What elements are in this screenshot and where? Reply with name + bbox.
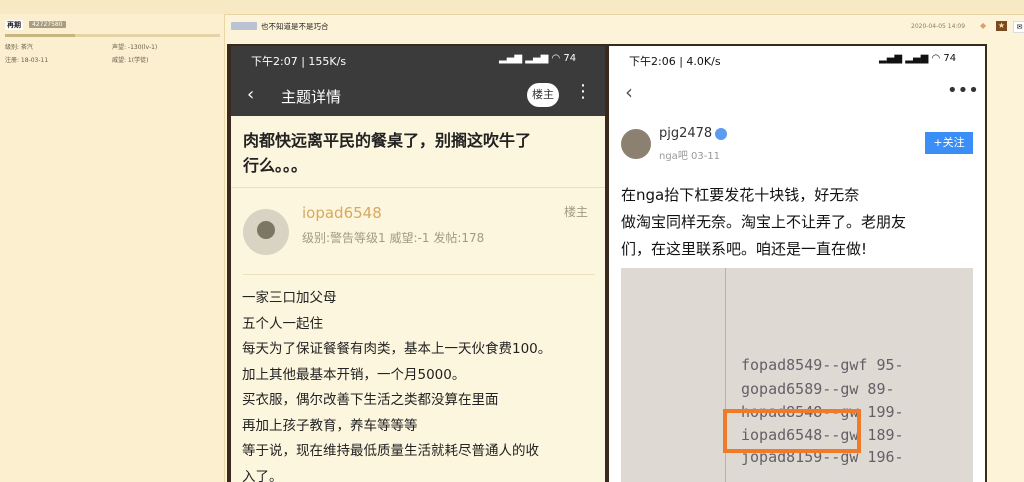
body-line: 入了。 [242,468,283,482]
screenshot-right: 下午2:06 | 4.0K/s ▂▄▆ ▂▄▆ ◠ 74 ‹ ••• pjg24… [609,46,985,482]
back-arrow-icon[interactable]: ‹ [247,84,254,105]
post-tag-icon [231,22,257,30]
more-vertical-icon[interactable]: ⋮ [574,81,592,102]
post-body: 一家三口加父母 五个人一起住 每天为了保证餐餐有肉类，基本上一天伙食费100。 … [242,286,597,482]
follow-button[interactable]: +关注 [925,132,973,154]
more-horizontal-icon[interactable]: ••• [947,80,979,101]
prestige-label: 威望: 1(学徒) [112,57,149,64]
level-label: 级别: 茶汽 [5,44,33,51]
photo-row: fopad8549--gwf 95- [741,356,904,374]
post-photo[interactable]: fopad8549--gwf 95- gopad6589--gw 89- hop… [621,268,973,482]
back-arrow-icon[interactable]: ‹ [625,80,633,104]
screenshot-left: 下午2:07 | 155K/s ▂▄▆ ▂▄▆ ◠ 74 ‹ 主题详情 楼主 ⋮… [231,46,605,482]
author-name[interactable]: iopad6548 [302,204,382,222]
body-line: 加上其他最基本开销，一个月5000。 [242,366,466,383]
author-stats: 级别:警告等级1 威望:-1 发帖:178 [302,231,485,245]
username[interactable]: 再期 [5,20,23,30]
body-line: 每天为了保证餐餐有肉类，基本上一天伙食费100。 [242,341,552,357]
owner-tag: 楼主 [564,205,589,219]
status-time: 下午2:06 | 4.0K/s [629,55,721,68]
diamond-icon[interactable]: ◆ [980,22,988,30]
post-title: 也不知道是不是巧合 [261,22,329,31]
owner-only-button[interactable]: 楼主 [527,83,559,107]
divider [231,187,605,188]
highlight-box [723,409,861,453]
reputation-label: 声望: -130(lv-1) [112,44,158,51]
post-time: 2020-04-05 14:09 [911,23,966,30]
body-line: 五个人一起住 [242,315,323,332]
avatar[interactable] [621,129,651,159]
nav-bar: ‹ ••• [609,76,985,112]
star-icon[interactable]: ★ [996,21,1007,31]
body-line: 做淘宝同样无奈。淘宝上不让弄了。老朋友 [621,213,907,231]
avatar[interactable] [243,209,289,255]
post-header: 也不知道是不是巧合 2020-04-05 14:09 ◆ ★ ✉ [225,14,1024,42]
nav-title: 主题详情 [281,88,342,106]
user-sidebar: 再期 42727580 级别: 茶汽 声望: -130(lv-1) 注册: 18… [0,14,225,482]
author-name[interactable]: pjg2478 [659,126,712,141]
body-line: 在nga抬下杠要发花十块钱，好无奈 [621,186,860,204]
top-bar [0,0,1024,15]
body-line: 们，在这里联系吧。咱还是一直在做! [621,240,868,258]
divider [243,274,595,275]
status-bar: 下午2:06 | 4.0K/s ▂▄▆ ▂▄▆ ◠ 74 [609,46,985,76]
nav-bar: ‹ 主题详情 楼主 ⋮ [231,76,605,116]
body-line: 再加上孩子教育，养车等等等 [242,417,418,434]
thread-headline: 肉都快远离平民的餐桌了，别搁这吹牛了 行么。。。 [243,131,532,175]
status-bar: 下午2:07 | 155K/s ▂▄▆ ▂▄▆ ◠ 74 [231,46,605,76]
body-line: 等于说，现在维持最低质量生活就耗尽普通人的收 [242,443,539,459]
post-body: 在nga抬下杠要发花十块钱，好无奈 做淘宝同样无奈。淘宝上不让弄了。老朋友 们，… [621,182,977,263]
status-battery: ▂▄▆ ▂▄▆ ◠ 74 [879,53,957,64]
status-time: 下午2:07 | 155K/s [251,55,347,68]
status-battery: ▂▄▆ ▂▄▆ ◠ 74 [499,53,577,64]
uid-badge: 42727580 [29,21,66,28]
register-label: 注册: 18-03-11 [5,57,49,64]
level-bar [5,34,220,37]
mail-icon[interactable]: ✉ [1013,21,1024,33]
author-meta: nga吧 03-11 [659,151,721,162]
post-author: pjg2478 nga吧 03-11 +关注 [609,120,985,170]
photo-row: gopad6589--gw 89- [741,380,895,398]
post-author: iopad6548 级别:警告等级1 威望:-1 发帖:178 楼主 [231,189,605,271]
verified-icon [715,128,727,140]
body-line: 买衣服，偶尔改善下生活之类都没算在里面 [242,392,499,408]
body-line: 一家三口加父母 [242,290,337,306]
